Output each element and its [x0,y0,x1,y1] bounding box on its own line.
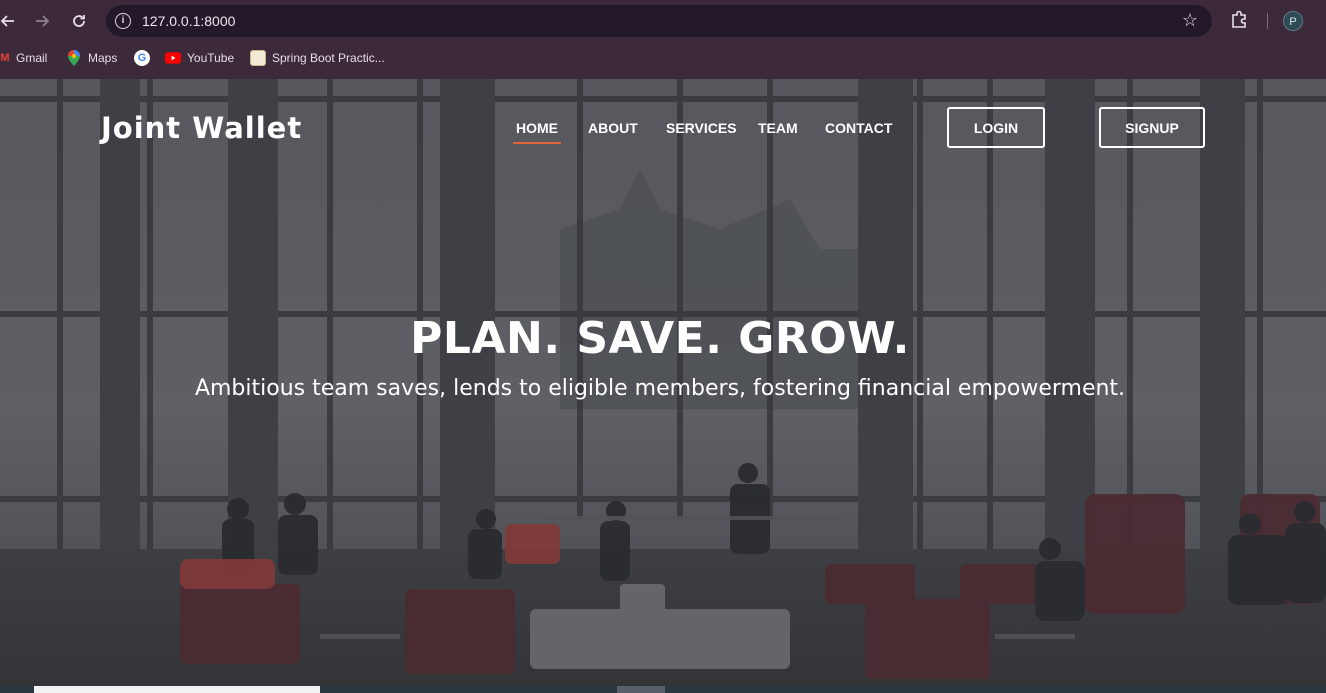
nav-team[interactable]: TEAM [758,120,798,136]
youtube-icon [165,50,181,66]
profile-avatar[interactable]: P [1283,11,1303,31]
gmail-icon: M [0,52,10,64]
bookmark-spring-boot[interactable]: Spring Boot Practic... [250,49,385,67]
bookmarks-bar: M Gmail Maps G YouTube Spring Boot Pract… [0,45,1326,71]
extensions-icon[interactable] [1228,9,1250,31]
signup-button[interactable]: SIGNUP [1099,107,1205,148]
reload-icon[interactable] [67,9,91,33]
bookmark-label: Spring Boot Practic... [272,51,385,65]
bookmark-label: YouTube [187,51,235,65]
brand-logo[interactable]: Joint Wallet [101,111,302,145]
bookmark-star-icon[interactable]: ☆ [1182,10,1198,31]
bookmark-google[interactable]: G [134,49,150,67]
url-text[interactable]: 127.0.0.1:8000 [142,13,235,29]
nav-services[interactable]: SERVICES [666,120,737,136]
toolbar-divider [1267,13,1268,29]
bookmark-gmail[interactable]: M Gmail [0,49,47,67]
page-icon [250,50,266,66]
bookmark-label: Gmail [16,51,48,65]
browser-toolbar: i 127.0.0.1:8000 ☆ P [0,0,1326,42]
nav-home[interactable]: HOME [513,120,561,144]
google-icon: G [134,50,150,66]
site-info-icon[interactable]: i [115,13,131,29]
bookmark-label: Maps [88,51,118,65]
bookmark-youtube[interactable]: YouTube [165,49,234,67]
taskbar-item[interactable] [617,686,665,693]
website-page: Joint Wallet HOME ABOUT SERVICES TEAM CO… [0,79,1326,686]
maps-icon [66,50,82,66]
taskbar-search-box[interactable] [34,686,320,693]
login-button[interactable]: LOGIN [947,107,1045,148]
back-arrow-icon[interactable] [0,9,20,33]
hero-title: PLAN. SAVE. GROW. [410,313,910,364]
nav-about[interactable]: ABOUT [588,120,638,136]
hero-subtitle: Ambitious team saves, lends to eligible … [194,376,1126,401]
address-bar[interactable]: i 127.0.0.1:8000 ☆ [106,5,1212,37]
forward-arrow-icon[interactable] [30,9,54,33]
bookmark-maps[interactable]: Maps [66,49,117,67]
nav-contact[interactable]: CONTACT [825,120,892,136]
browser-chrome: i 127.0.0.1:8000 ☆ P M Gmail Maps G YouT… [0,0,1326,79]
